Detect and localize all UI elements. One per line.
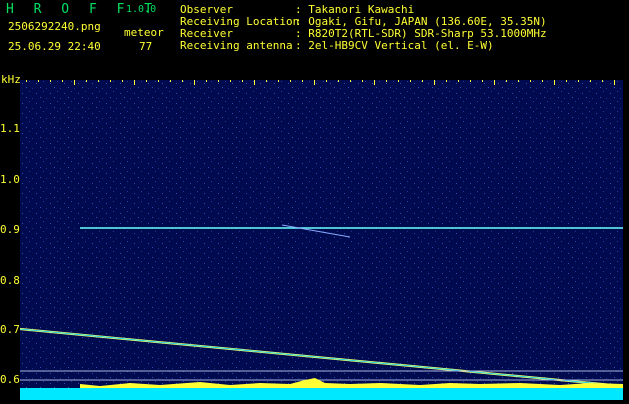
freq-tick-label: 0.7 bbox=[0, 323, 20, 336]
timestamp: 25.06.29 22:40 bbox=[8, 40, 101, 53]
info-value-antenna: : 2el-HB9CV Vertical (el. E-W) bbox=[295, 39, 494, 52]
spectrogram-plot bbox=[19, 80, 624, 400]
spectrogram-svg bbox=[19, 80, 624, 400]
meteor-count: 77 bbox=[139, 40, 153, 53]
freq-tick-label: 1.0 bbox=[0, 173, 20, 186]
time-axis-ticks bbox=[20, 80, 623, 85]
meteor-label: meteor bbox=[124, 26, 164, 39]
file-name: 2506292240.png bbox=[8, 20, 101, 33]
noise-background bbox=[20, 80, 623, 400]
app-version: 1.0.0 bbox=[126, 4, 157, 15]
signal-strength-bar bbox=[20, 388, 623, 400]
info-label-antenna: Receiving antenna bbox=[180, 39, 293, 52]
header-panel: H R O F F T 1.0.0 2506292240.png 25.06.2… bbox=[0, 0, 629, 60]
freq-tick-label: 1.1 bbox=[0, 122, 20, 135]
freq-tick-label: 0.6 bbox=[0, 373, 20, 386]
freq-tick-label: 0.8 bbox=[0, 274, 20, 287]
freq-unit-label: kHz bbox=[1, 73, 21, 86]
freq-tick-label: 0.9 bbox=[0, 223, 20, 236]
